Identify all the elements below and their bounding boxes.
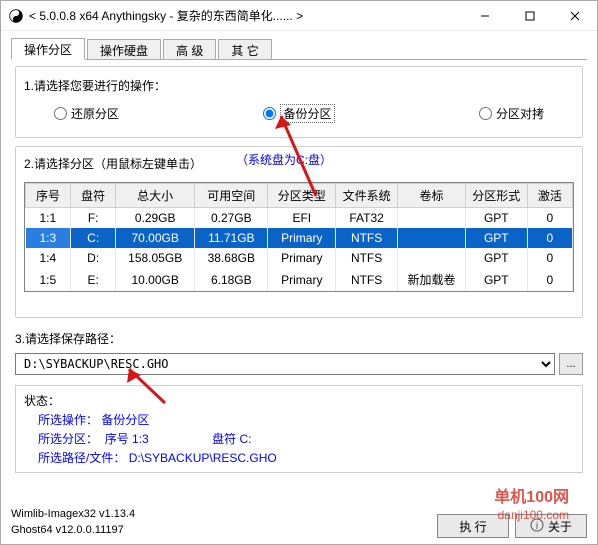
tab-disk[interactable]: 操作硬盘 bbox=[87, 39, 161, 59]
table-row[interactable]: 1:4D:158.05GB38.68GBPrimaryNTFSGPT0 bbox=[26, 248, 573, 268]
th-drv[interactable]: 盘符 bbox=[71, 184, 116, 208]
version-info: Wimlib-Imagex32 v1.13.4 Ghost64 v12.0.0.… bbox=[11, 507, 135, 538]
th-act[interactable]: 激活 bbox=[527, 184, 572, 208]
th-idx[interactable]: 序号 bbox=[26, 184, 71, 208]
maximize-button[interactable] bbox=[507, 1, 552, 31]
status-label: 状态： bbox=[24, 392, 574, 409]
radio-backup-label: 备份分区 bbox=[280, 104, 334, 123]
close-button[interactable] bbox=[552, 1, 597, 31]
table-row[interactable]: 1:3C:70.00GB11.71GBPrimaryNTFSGPT0 bbox=[26, 228, 573, 248]
th-type[interactable]: 分区类型 bbox=[268, 184, 336, 208]
app-icon bbox=[9, 9, 23, 23]
th-vol[interactable]: 卷标 bbox=[398, 184, 466, 208]
save-path-input[interactable]: D:\SYBACKUP\RESC.GHO bbox=[15, 353, 555, 375]
tab-advanced[interactable]: 高 级 bbox=[163, 39, 216, 59]
svg-text:i: i bbox=[536, 521, 538, 532]
tab-partition[interactable]: 操作分区 bbox=[11, 38, 85, 60]
minimize-button[interactable] bbox=[462, 1, 507, 31]
th-fs[interactable]: 文件系统 bbox=[336, 184, 398, 208]
main-tabs: 操作分区 操作硬盘 高 级 其 它 bbox=[11, 37, 587, 60]
table-row[interactable]: 1:1F:0.29GB0.27GBEFIFAT32GPT0 bbox=[26, 208, 573, 229]
status-path: 所选路径/文件： D:\SYBACKUP\RESC.GHO bbox=[38, 449, 574, 468]
browse-button[interactable]: ... bbox=[559, 353, 583, 375]
status-op: 所选操作： 备份分区 bbox=[38, 411, 574, 430]
table-row[interactable]: 1:5E:10.00GB6.18GBPrimaryNTFS新加载卷GPT0 bbox=[26, 268, 573, 291]
radio-backup[interactable]: 备份分区 bbox=[263, 104, 334, 123]
partition-table: 序号 盘符 总大小 可用空间 分区类型 文件系统 卷标 分区形式 激活 1:1F… bbox=[25, 183, 573, 291]
section2-label: 2.请选择分区（用鼠标左键单击） bbox=[24, 155, 202, 172]
section3-label: 3.请选择保存路径： bbox=[15, 330, 583, 347]
status-partition: 所选分区： 序号 1:3 盘符 C: bbox=[38, 430, 574, 449]
radio-copy[interactable]: 分区对拷 bbox=[479, 104, 544, 123]
radio-restore-label: 还原分区 bbox=[71, 105, 119, 122]
radio-restore[interactable]: 还原分区 bbox=[54, 104, 119, 123]
th-scheme[interactable]: 分区形式 bbox=[465, 184, 527, 208]
window-title: < 5.0.0.8 x64 Anythingsky - 复杂的东西简单化....… bbox=[29, 7, 462, 24]
watermark: 单机100网 danji100.com bbox=[494, 488, 569, 522]
th-total[interactable]: 总大小 bbox=[116, 184, 195, 208]
radio-copy-label: 分区对拷 bbox=[496, 105, 544, 122]
section1-label: 1.请选择您要进行的操作： bbox=[24, 77, 574, 94]
tab-other[interactable]: 其 它 bbox=[218, 39, 271, 59]
system-disk-hint: （系统盘为C:盘） bbox=[236, 151, 332, 168]
th-free[interactable]: 可用空间 bbox=[195, 184, 268, 208]
